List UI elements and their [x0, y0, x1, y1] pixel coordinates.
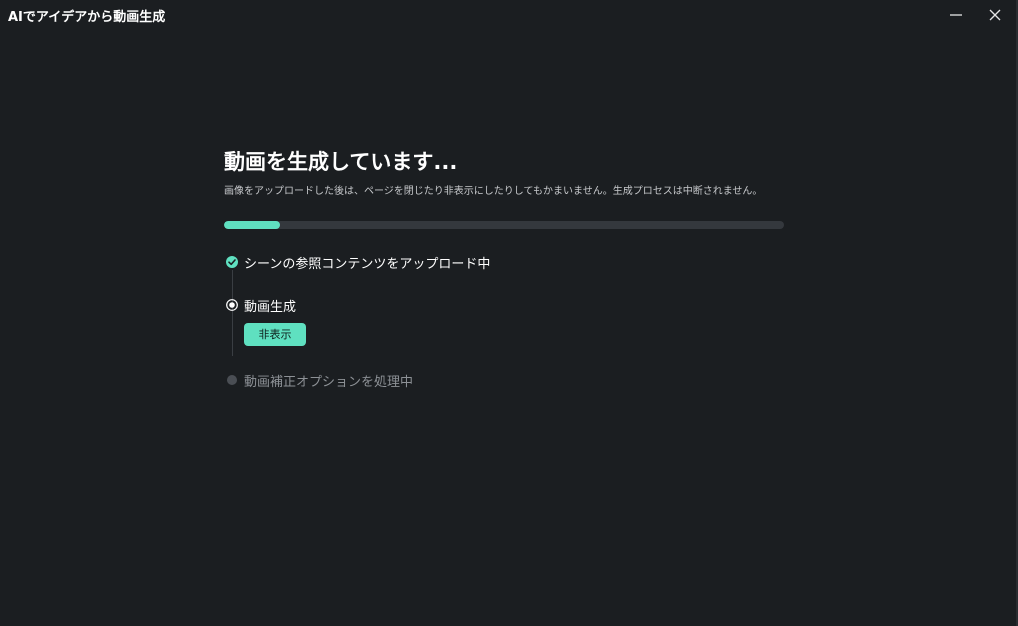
- page-title: 動画を生成しています...: [224, 150, 458, 174]
- minimize-icon: [950, 14, 962, 16]
- close-button[interactable]: [982, 3, 1008, 27]
- progress-bar-fill: [224, 221, 280, 229]
- hide-button[interactable]: 非表示: [244, 323, 306, 346]
- timeline-connector: [232, 270, 233, 356]
- minimize-button[interactable]: [943, 3, 969, 27]
- step-label: 動画補正オプションを処理中: [244, 375, 414, 390]
- pending-dot-icon: [227, 375, 237, 385]
- step-label: シーンの参照コンテンツをアップロード中: [244, 257, 491, 272]
- app-window: AIでアイデアから動画生成 動画を生成しています... 画像をアップロードした後…: [0, 0, 1018, 626]
- window-title: AIでアイデアから動画生成: [8, 10, 166, 25]
- page-description: 画像をアップロードした後は、ページを閉じたり非表示にしたりしてもかまいません。生…: [224, 186, 763, 197]
- progress-bar: [224, 221, 784, 229]
- title-bar: AIでアイデアから動画生成: [0, 0, 1016, 30]
- check-circle-icon: [226, 256, 238, 268]
- radio-active-icon: [226, 299, 238, 311]
- close-icon: [989, 9, 1001, 21]
- step-label: 動画生成: [244, 300, 297, 315]
